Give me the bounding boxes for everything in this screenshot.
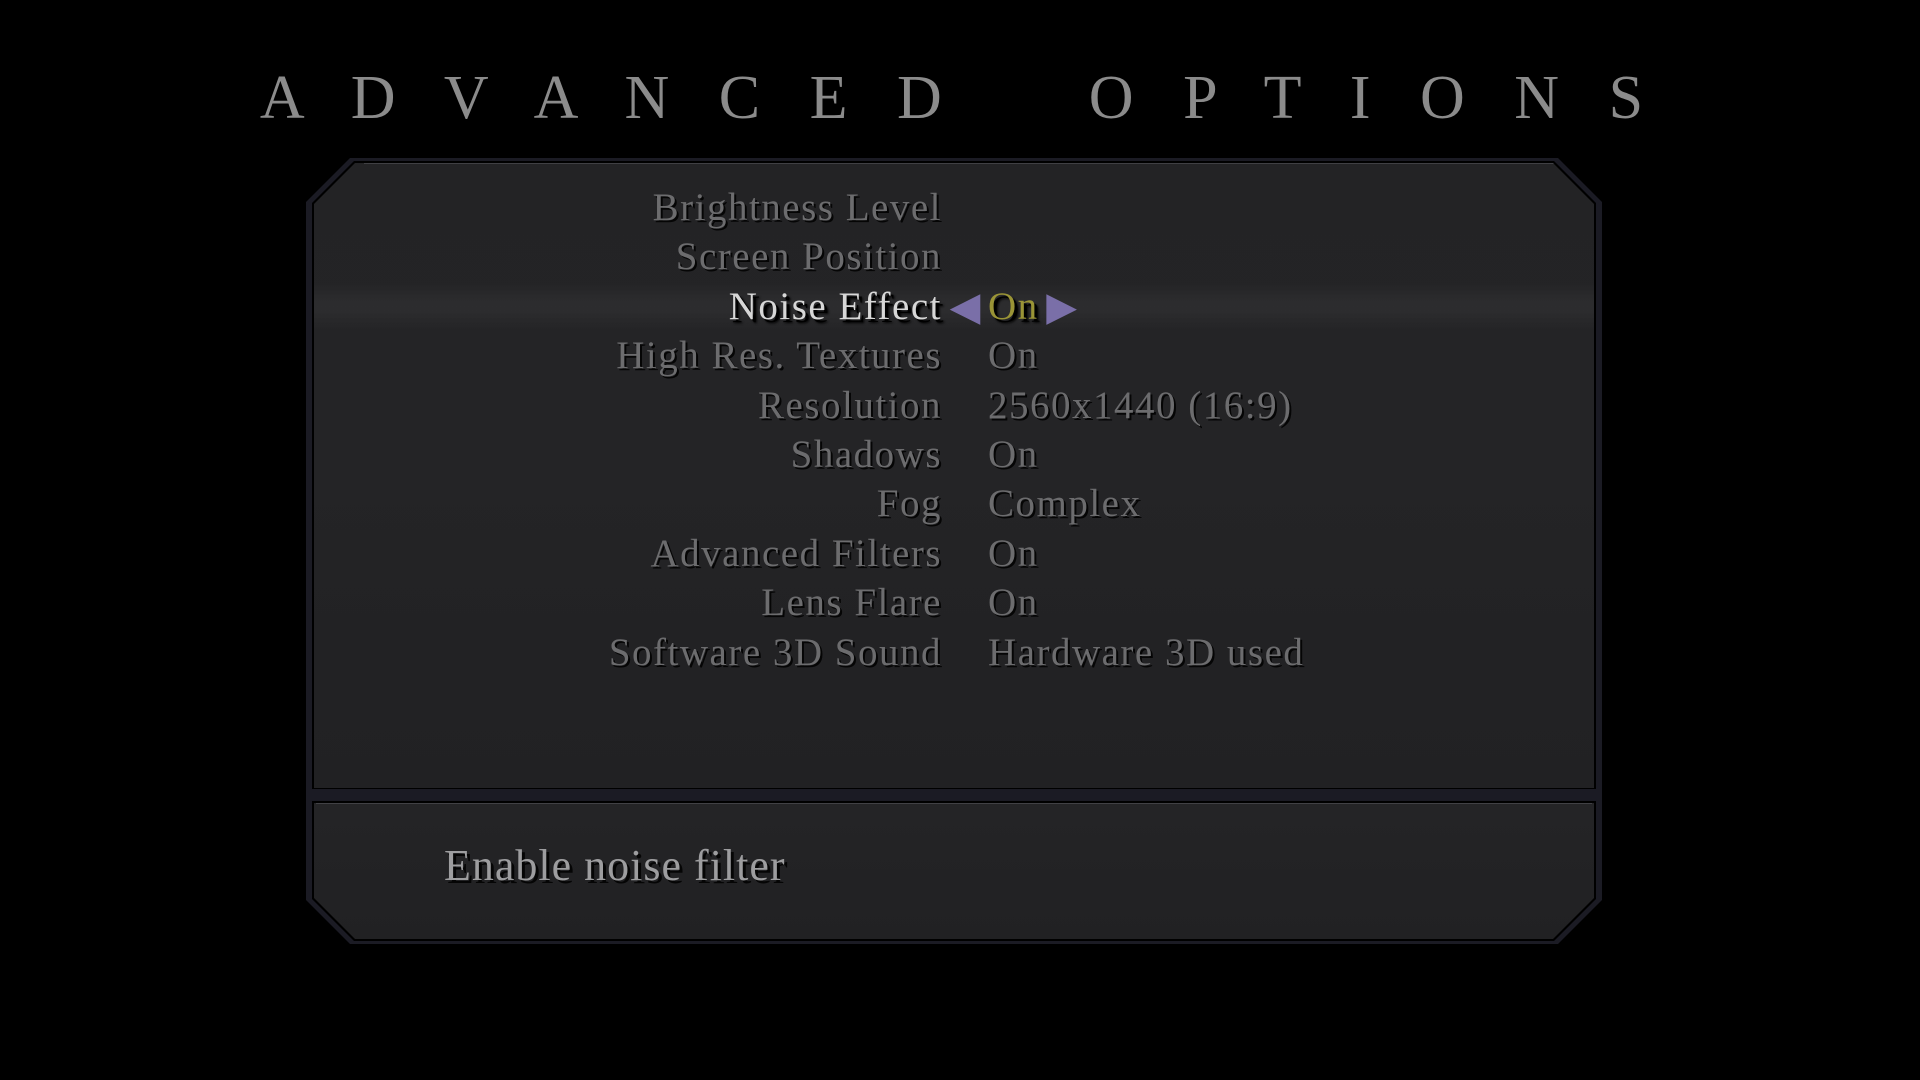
menu-row[interactable]: Noise Effect ◀ On ▶ (314, 282, 1598, 331)
menu-item-value: Hardware 3D used (988, 630, 1305, 674)
menu-item-label: Brightness Level (652, 186, 942, 229)
menu-item-label: Noise Effect (728, 284, 942, 328)
options-panel: Brightness Level Screen Position Noise Eff… (306, 158, 1602, 944)
menu-row[interactable]: Lens Flare On (314, 578, 1598, 627)
menu-row[interactable]: Advanced Filters On (314, 529, 1598, 578)
options-list-panel: Brightness Level Screen Position Noise Eff… (312, 161, 1596, 789)
menu-item-label: Fog (876, 482, 942, 526)
menu-row[interactable]: Brightness Level (314, 183, 1598, 232)
menu-item-label: High Res. Textures (616, 334, 942, 378)
menu-row[interactable]: Fog Complex (314, 479, 1598, 528)
menu-row[interactable]: Screen Position (314, 232, 1598, 281)
menu-item-label: Resolution (757, 383, 942, 427)
menu-row[interactable]: High Res. Textures On (314, 331, 1598, 380)
menu-item-value: On (988, 334, 1039, 378)
menu-item-label: Shadows (790, 433, 942, 476)
menu-item-label: Advanced Filters (650, 531, 942, 575)
footer-top-highlight (316, 803, 1592, 804)
menu-item-value: On (988, 433, 1039, 476)
menu-row[interactable]: Resolution 2560x1440 (16:9) (314, 381, 1598, 430)
description-panel: Enable noise filter (312, 801, 1596, 941)
arrow-left-icon[interactable]: ◀ (942, 282, 988, 331)
option-description-text: Enable noise filter (444, 841, 786, 890)
menu-item-value: On (988, 531, 1039, 575)
menu-item-label: Screen Position (675, 235, 942, 279)
description-surface: Enable noise filter (314, 803, 1594, 939)
menu-item-value: Complex (988, 482, 1142, 526)
menu-item-value: On (988, 581, 1039, 625)
options-menu-list: Brightness Level Screen Position Noise Eff… (314, 163, 1598, 794)
menu-item-label: Software 3D Sound (608, 630, 942, 674)
game-options-screen: A D V A N C E D O P T I O N S Brightness… (0, 0, 1920, 1080)
menu-item-label: Lens Flare (761, 581, 942, 625)
menu-item-value: 2560x1440 (16:9) (988, 383, 1293, 427)
options-list-surface: Brightness Level Screen Position Noise Eff… (314, 163, 1594, 788)
page-title: A D V A N C E D O P T I O N S (259, 64, 1661, 132)
menu-item-value: On (988, 284, 1039, 328)
menu-row[interactable]: Software 3D Sound Hardware 3D used (314, 628, 1598, 677)
arrow-right-icon[interactable]: ▶ (1039, 282, 1085, 331)
menu-row[interactable]: Shadows On (314, 430, 1598, 479)
